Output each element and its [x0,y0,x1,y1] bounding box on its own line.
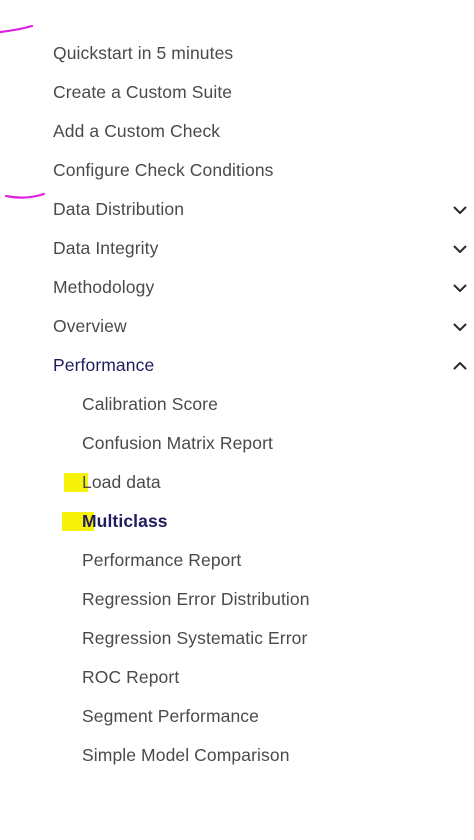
chevron-down-icon[interactable] [451,201,469,219]
nav-section-label: Data Integrity [53,238,159,258]
nav-item-calibration-score[interactable]: Calibration Score [0,385,474,424]
nav-section-label: Performance [53,355,155,375]
annotation-pen-mark-top [0,24,34,34]
chevron-up-icon[interactable] [451,357,469,375]
nav-item-roc-report[interactable]: ROC Report [0,658,474,697]
sidebar-nav: Quickstart in 5 minutes Create a Custom … [0,34,474,775]
nav-item-label: Simple Model Comparison [82,745,290,765]
nav-item-regression-systematic-error[interactable]: Regression Systematic Error [0,619,474,658]
nav-item-label: Load data [82,472,161,492]
nav-item-multiclass[interactable]: Multiclass [0,502,474,541]
nav-section-label: Overview [53,316,127,336]
nav-item-segment-performance[interactable]: Segment Performance [0,697,474,736]
nav-item-configure-check-conditions[interactable]: Configure Check Conditions [0,151,474,190]
chevron-down-icon[interactable] [451,279,469,297]
nav-item-label: Configure Check Conditions [53,160,274,180]
nav-item-simple-model-comparison[interactable]: Simple Model Comparison [0,736,474,775]
nav-item-label: Create a Custom Suite [53,82,233,102]
chevron-down-icon[interactable] [451,318,469,336]
nav-section-data-distribution[interactable]: Data Distribution [0,190,474,229]
nav-item-quickstart[interactable]: Quickstart in 5 minutes [0,34,474,73]
annotation-pen-mark-bottom [4,192,46,199]
nav-item-label: Add a Custom Check [53,121,221,141]
nav-section-methodology[interactable]: Methodology [0,268,474,307]
nav-item-create-custom-suite[interactable]: Create a Custom Suite [0,73,474,112]
nav-section-label: Methodology [53,277,155,297]
nav-item-label: Confusion Matrix Report [82,433,273,453]
nav-item-label: Quickstart in 5 minutes [53,43,234,63]
nav-section-label: Data Distribution [53,199,185,219]
nav-item-label: Regression Error Distribution [82,589,310,609]
nav-section-data-integrity[interactable]: Data Integrity [0,229,474,268]
chevron-down-icon[interactable] [451,240,469,258]
nav-item-label: ROC Report [82,667,180,687]
nav-item-performance-report[interactable]: Performance Report [0,541,474,580]
nav-item-load-data[interactable]: Load data [0,463,474,502]
nav-section-performance[interactable]: Performance [0,346,474,385]
nav-item-label: Multiclass [82,511,168,531]
nav-item-add-custom-check[interactable]: Add a Custom Check [0,112,474,151]
nav-item-label: Segment Performance [82,706,259,726]
nav-item-label: Performance Report [82,550,242,570]
nav-item-confusion-matrix-report[interactable]: Confusion Matrix Report [0,424,474,463]
nav-item-label: Regression Systematic Error [82,628,308,648]
nav-item-regression-error-distribution[interactable]: Regression Error Distribution [0,580,474,619]
nav-section-overview[interactable]: Overview [0,307,474,346]
nav-item-label: Calibration Score [82,394,218,414]
